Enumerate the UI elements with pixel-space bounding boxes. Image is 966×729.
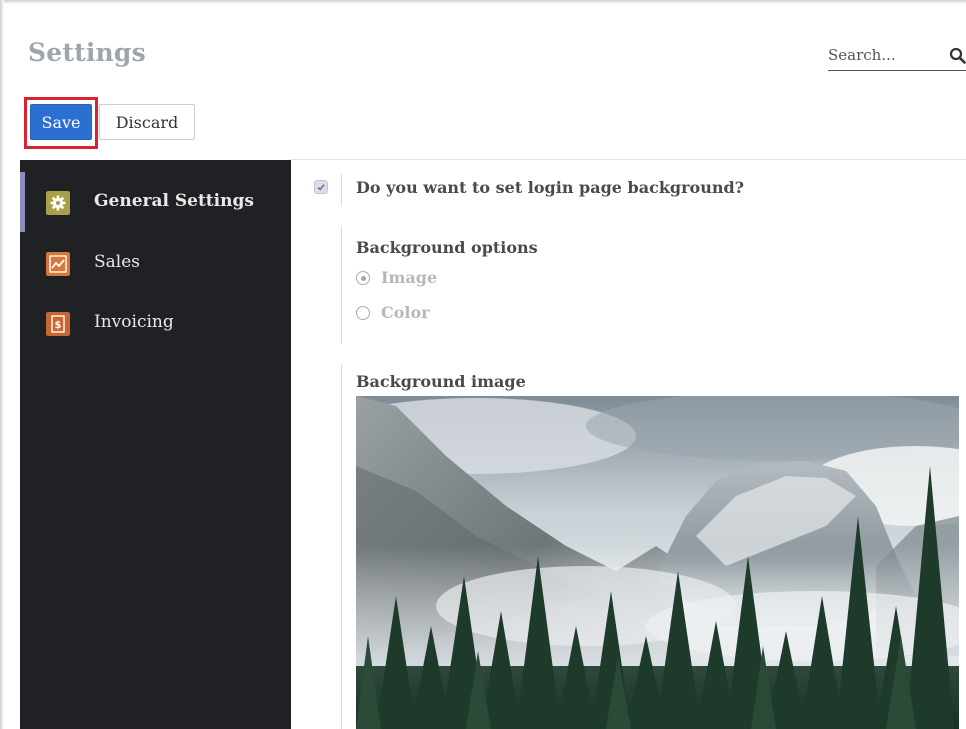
discard-button[interactable]: Discard [99, 104, 195, 140]
radio-option-color[interactable]: Color [356, 303, 456, 323]
svg-text:$: $ [55, 320, 62, 331]
search-box[interactable] [828, 41, 966, 71]
radio-button-selected[interactable] [356, 271, 370, 285]
header-divider [290, 159, 966, 160]
background-options-title: Background options [356, 238, 538, 257]
sidebar-item-invoicing[interactable]: $ Invoicing [20, 308, 291, 364]
gear-icon [46, 191, 70, 215]
radio-button[interactable] [356, 306, 370, 320]
radio-label: Image [381, 268, 438, 287]
field-separator [341, 174, 342, 206]
sidebar-item-label: General Settings [94, 191, 254, 211]
sidebar-item-sales[interactable]: Sales [20, 248, 291, 304]
login-background-label: Do you want to set login page background… [356, 178, 745, 197]
trending-chart-icon [46, 252, 70, 276]
window-frame-left [0, 0, 4, 729]
search-icon[interactable] [949, 47, 966, 64]
sidebar-item-general-settings[interactable]: General Settings [20, 160, 291, 232]
sidebar-item-label: Sales [94, 252, 141, 272]
window-frame-top [0, 0, 966, 4]
field-separator [341, 226, 342, 344]
background-image-preview[interactable] [356, 396, 959, 729]
login-background-checkbox[interactable] [314, 180, 328, 194]
save-button[interactable]: Save [30, 104, 92, 140]
background-image-title: Background image [356, 372, 526, 391]
settings-sidebar: General Settings Sales $ Invoicing [20, 160, 291, 729]
radio-label: Color [381, 303, 430, 322]
page-title: Settings [28, 38, 146, 67]
radio-option-image[interactable]: Image [356, 268, 456, 288]
search-input[interactable] [828, 41, 938, 69]
invoice-dollar-icon: $ [46, 312, 70, 336]
field-separator [341, 364, 342, 729]
sidebar-item-label: Invoicing [94, 312, 174, 332]
checkmark-icon [317, 184, 325, 191]
active-indicator [20, 172, 25, 232]
